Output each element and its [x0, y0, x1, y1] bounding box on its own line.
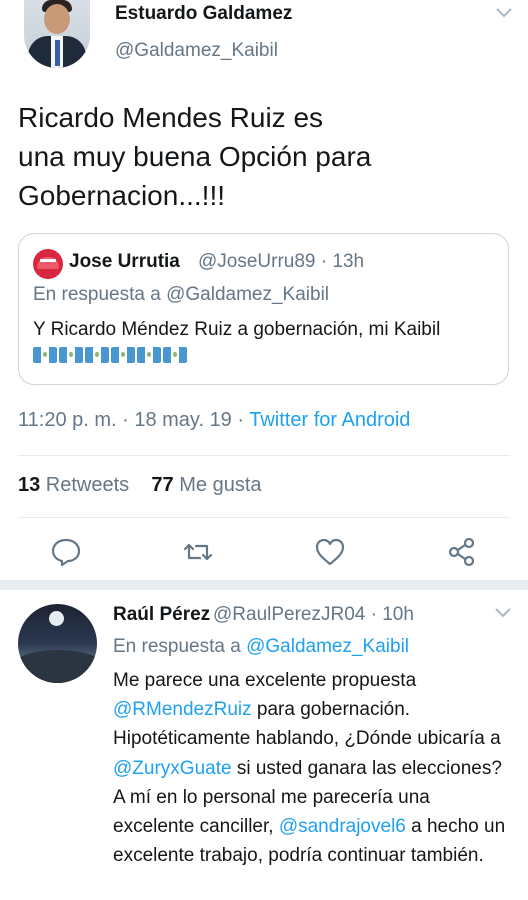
guatemala-flag-icon: [85, 347, 109, 363]
reply-author-avatar[interactable]: [18, 604, 97, 683]
mention-link[interactable]: @ZuryxGuate: [113, 758, 232, 779]
reply-prefix: En respuesta a: [33, 284, 167, 305]
author-handle[interactable]: @Galdamez_Kaibil: [115, 40, 278, 62]
quoted-tweet[interactable]: Jose Urrutia @JoseUrru89 · 13h En respue…: [18, 233, 509, 385]
tweet-stats: 13 Retweets 77 Me gusta: [18, 474, 262, 497]
flag-emojis: [33, 347, 189, 365]
tweet-text-line: Gobernacion...!!!: [18, 180, 226, 211]
source-link[interactable]: Twitter for Android: [249, 409, 410, 431]
section-separator: [0, 580, 528, 590]
guatemala-flag-icon: [163, 347, 187, 363]
reply-author-handle[interactable]: @RaulPerezJR04 · 10h: [213, 604, 414, 626]
timestamp: 11:20 p. m. · 18 may. 19 ·: [18, 409, 250, 431]
like-icon[interactable]: [314, 536, 346, 573]
guatemala-flag-icon: [111, 347, 135, 363]
tweet-text-line: Ricardo Mendes Ruiz es: [18, 102, 324, 133]
reply-author-name[interactable]: Raúl Pérez: [113, 604, 210, 626]
retweets-count: 13: [18, 474, 41, 496]
divider: [18, 455, 510, 456]
quoted-author-handle: @JoseUrru89 · 13h: [198, 251, 365, 272]
likes-label: Me gusta: [173, 474, 262, 496]
tweet-text: Ricardo Mendes Ruiz es una muy buena Opc…: [18, 98, 458, 215]
reply-context: En respuesta a @Galdamez_Kaibil: [113, 636, 409, 658]
chevron-down-icon[interactable]: [494, 606, 512, 624]
quoted-tweet-text: Y Ricardo Méndez Ruiz a gobernación, mi …: [33, 319, 441, 340]
guatemala-flag-icon: [33, 347, 57, 363]
guatemala-flag-icon: [137, 347, 161, 363]
likes-count: 77: [151, 474, 174, 496]
reply-to-handle[interactable]: @Galdamez_Kaibil: [246, 636, 409, 657]
reply-prefix: En respuesta a: [113, 636, 247, 657]
chevron-down-icon[interactable]: [495, 6, 513, 24]
tweet-meta: 11:20 p. m. · 18 may. 19 · Twitter for A…: [18, 409, 410, 432]
author-name[interactable]: Estuardo Galdamez: [115, 3, 292, 25]
reply-icon[interactable]: [50, 536, 82, 573]
divider: [18, 517, 510, 518]
retweets-label: Retweets: [40, 474, 130, 496]
guatemala-flag-icon: [59, 347, 83, 363]
retweet-icon[interactable]: [182, 536, 214, 573]
mention-link[interactable]: @RMendezRuiz: [113, 699, 252, 720]
reply-to-handle: @Galdamez_Kaibil: [166, 284, 330, 305]
author-avatar[interactable]: [24, 0, 90, 68]
share-icon[interactable]: [446, 536, 478, 573]
tweet-text-line: una muy buena Opción para: [18, 141, 372, 172]
quoted-author-avatar: [33, 249, 63, 279]
likes-stat[interactable]: 77 Me gusta: [151, 474, 261, 496]
retweets-stat[interactable]: 13 Retweets: [18, 474, 129, 496]
quoted-author-name: Jose Urrutia: [69, 251, 180, 272]
reply-tweet-text: Me parece una excelente propuesta @RMend…: [113, 666, 513, 870]
quoted-reply-context: En respuesta a @Galdamez_Kaibil: [33, 284, 329, 306]
text-segment: Me parece una excelente propuesta: [113, 670, 417, 691]
mention-link[interactable]: @sandrajovel6: [279, 816, 406, 837]
